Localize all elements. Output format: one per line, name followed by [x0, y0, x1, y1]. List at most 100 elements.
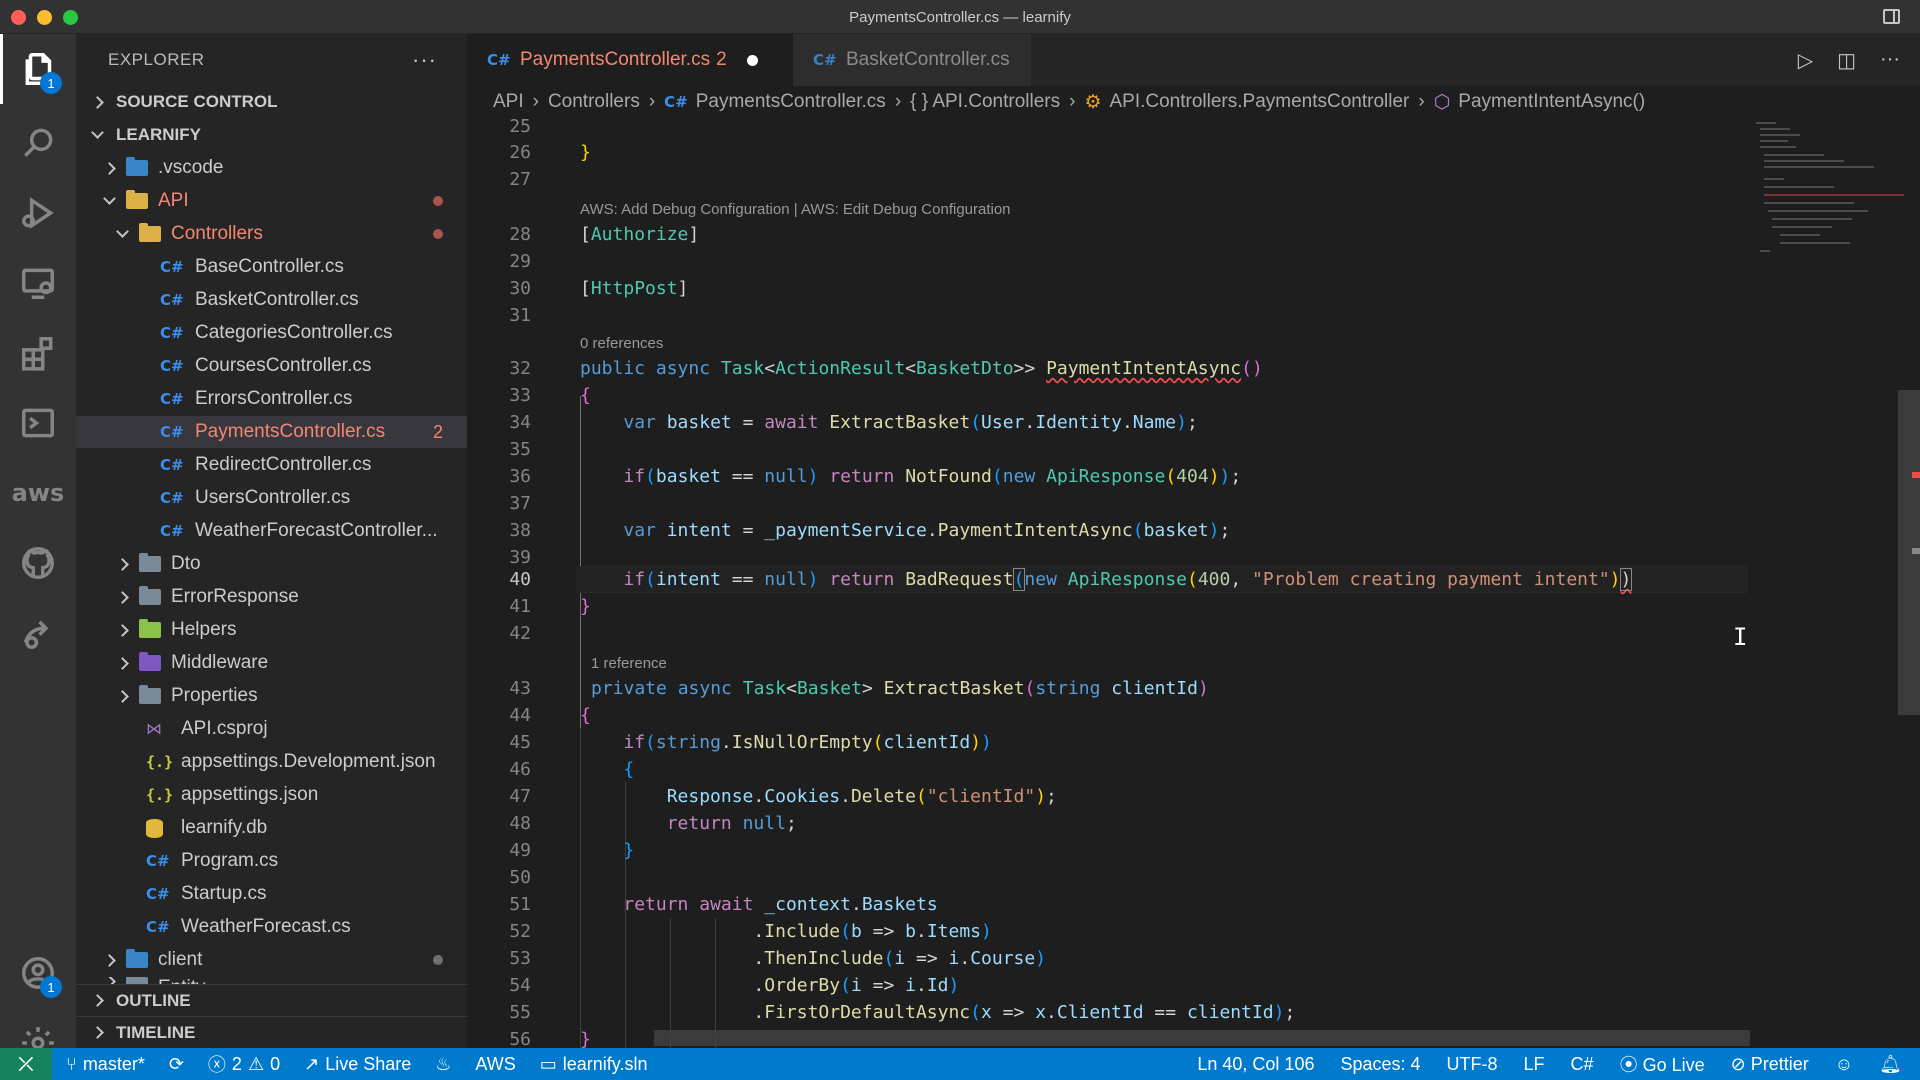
- outline-section[interactable]: OUTLINE: [76, 984, 467, 1016]
- flame-icon[interactable]: ♨: [435, 1054, 451, 1075]
- breadcrumb-method[interactable]: PaymentIntentAsync(): [1458, 91, 1645, 113]
- explorer-header: EXPLORER ···: [76, 34, 467, 86]
- git-branch[interactable]: ⑂ master*: [66, 1054, 145, 1075]
- solution-status[interactable]: ▭ learnify.sln: [540, 1054, 648, 1075]
- breadcrumb-controllers[interactable]: Controllers: [548, 91, 640, 113]
- indentation[interactable]: Spaces: 4: [1340, 1054, 1420, 1075]
- tree-item-weatherforecast[interactable]: C# WeatherForecast.cs: [76, 911, 467, 943]
- tree-item-helpers[interactable]: Helpers: [76, 614, 467, 646]
- explorer-more-actions-icon[interactable]: ···: [412, 47, 437, 73]
- timeline-section[interactable]: TIMELINE: [76, 1016, 467, 1048]
- breadcrumb-api[interactable]: API: [493, 91, 524, 113]
- line-number: 38: [509, 520, 531, 541]
- csharp-file-icon: C#: [146, 918, 170, 936]
- tree-item-api-csproj[interactable]: ⋈ API.csproj: [76, 713, 467, 745]
- language-mode[interactable]: C#: [1571, 1054, 1594, 1075]
- sync-icon[interactable]: ⟳: [169, 1054, 184, 1075]
- terminal-icon[interactable]: [0, 388, 76, 458]
- references-codelens[interactable]: 1 reference: [591, 652, 667, 676]
- tree-item-redirectcontroller[interactable]: C# RedirectController.cs: [76, 449, 467, 481]
- tree-item-api[interactable]: API: [76, 185, 467, 217]
- end-of-line[interactable]: LF: [1524, 1054, 1545, 1075]
- tree-item-paymentscontroller[interactable]: C# PaymentsController.cs 2: [76, 416, 467, 448]
- source-control-section[interactable]: SOURCE CONTROL: [76, 86, 467, 118]
- tab-paymentscontroller[interactable]: C# PaymentsController.cs 2: [467, 34, 793, 86]
- references-codelens[interactable]: 0 references: [580, 332, 663, 356]
- search-icon[interactable]: [0, 108, 76, 178]
- code-line: {: [623, 759, 635, 780]
- tree-item-middleware[interactable]: Middleware: [76, 647, 467, 679]
- remote-explorer-icon[interactable]: [0, 248, 76, 318]
- code-line: Response.Cookies.Delete("clientId");: [666, 786, 1057, 807]
- tree-item-client[interactable]: client: [76, 944, 467, 976]
- extensions-icon[interactable]: [0, 318, 76, 388]
- line-number: 32: [509, 358, 531, 379]
- warning-icon: ⚠: [247, 1053, 265, 1074]
- minimap[interactable]: [1752, 118, 1904, 268]
- tree-item-categoriescontroller[interactable]: C# CategoriesController.cs: [76, 317, 467, 349]
- go-live-button[interactable]: ⦿ Go Live: [1620, 1051, 1705, 1077]
- tree-item-weatherforecastcontroller[interactable]: C# WeatherForecastController...: [76, 515, 467, 547]
- tree-item-startup[interactable]: C# Startup.cs: [76, 878, 467, 910]
- code-line: var intent = _paymentService.PaymentInte…: [623, 520, 1231, 541]
- explorer-icon[interactable]: 1: [0, 34, 76, 104]
- aws-icon[interactable]: aws: [0, 458, 76, 528]
- live-share-status[interactable]: ↗ Live Share: [304, 1054, 411, 1075]
- unsaved-dot-icon[interactable]: [746, 54, 758, 66]
- run-debug-icon[interactable]: [0, 178, 76, 248]
- live-share-icon[interactable]: [0, 598, 76, 668]
- prettier-status[interactable]: ⊘ Prettier: [1731, 1054, 1809, 1075]
- aws-debug-codelens[interactable]: AWS: Add Debug Configuration | AWS: Edit…: [580, 198, 1011, 222]
- modified-dot: [433, 955, 443, 965]
- cursor-position[interactable]: Ln 40, Col 106: [1197, 1054, 1314, 1075]
- status-bar-right: Ln 40, Col 106 Spaces: 4 UTF-8 LF C# ⦿ G…: [1197, 1048, 1902, 1080]
- line-number: 36: [509, 466, 531, 487]
- notifications-bell-icon[interactable]: 🔔︎: [1879, 1054, 1902, 1075]
- tree-item-errorresponse[interactable]: ErrorResponse: [76, 581, 467, 613]
- encoding[interactable]: UTF-8: [1447, 1054, 1498, 1075]
- tab-basketcontroller[interactable]: C# BasketController.cs: [793, 34, 1031, 86]
- remote-indicator-icon[interactable]: ⤫: [0, 1048, 52, 1080]
- split-editor-icon[interactable]: ◫: [1837, 48, 1856, 73]
- code-line: .ThenInclude(i => i.Course): [580, 948, 1047, 969]
- more-actions-icon[interactable]: ···: [1880, 48, 1900, 73]
- window-title: PaymentsController.cs — learnify: [849, 9, 1071, 26]
- customize-layout-icon[interactable]: [1883, 9, 1900, 24]
- tree-item-errorscontroller[interactable]: C# ErrorsController.cs: [76, 383, 467, 415]
- tree-item-program[interactable]: C# Program.cs: [76, 845, 467, 877]
- chevron-right-icon: [115, 590, 129, 604]
- tree-item-properties[interactable]: Properties: [76, 680, 467, 712]
- aws-status[interactable]: AWS: [475, 1054, 515, 1075]
- line-number: 41: [509, 596, 531, 617]
- line-number: 28: [509, 224, 531, 245]
- accounts-icon[interactable]: 1: [0, 938, 76, 1008]
- learnify-section[interactable]: LEARNIFY: [76, 119, 467, 151]
- horizontal-scrollbar[interactable]: [654, 1030, 1750, 1046]
- tree-item-userscontroller[interactable]: C# UsersController.cs: [76, 482, 467, 514]
- tree-item-vscode[interactable]: .vscode: [76, 152, 467, 184]
- run-icon[interactable]: ▷: [1798, 48, 1813, 73]
- line-number: 40: [509, 569, 531, 590]
- breadcrumb-file[interactable]: PaymentsController.cs: [696, 91, 886, 113]
- tree-item-basketcontroller[interactable]: C# BasketController.cs: [76, 284, 467, 316]
- github-icon[interactable]: [0, 528, 76, 598]
- code-line: return null;: [666, 813, 797, 834]
- chevron-right-icon: ›: [1418, 91, 1425, 112]
- tree-item-appsettings-development[interactable]: {.} appsettings.Development.json: [76, 746, 467, 778]
- tree-item-learnify-db[interactable]: learnify.db: [76, 812, 467, 844]
- problems-indicator[interactable]: ⓧ 2 ⚠ 0: [208, 1051, 280, 1077]
- line-number: 37: [509, 493, 531, 514]
- tree-item-coursescontroller[interactable]: C# CoursesController.cs: [76, 350, 467, 382]
- helpers-folder-icon: [139, 619, 161, 638]
- mouse-ibeam-cursor: I: [1733, 623, 1748, 651]
- code-line: private async Task<Basket> ExtractBasket…: [591, 678, 1209, 699]
- code-editor[interactable]: 25 26} 27 AWS: Add Debug Configuration |…: [467, 118, 1920, 1048]
- feedback-icon[interactable]: ☺: [1835, 1054, 1853, 1075]
- breadcrumb-class[interactable]: API.Controllers.PaymentsController: [1109, 91, 1409, 113]
- line-number: 31: [509, 305, 531, 326]
- tree-item-basecontroller[interactable]: C# BaseController.cs: [76, 251, 467, 283]
- breadcrumb-namespace[interactable]: { } API.Controllers: [910, 91, 1060, 113]
- tree-item-controllers[interactable]: Controllers: [76, 218, 467, 250]
- tree-item-dto[interactable]: Dto: [76, 548, 467, 580]
- tree-item-appsettings[interactable]: {.} appsettings.json: [76, 779, 467, 811]
